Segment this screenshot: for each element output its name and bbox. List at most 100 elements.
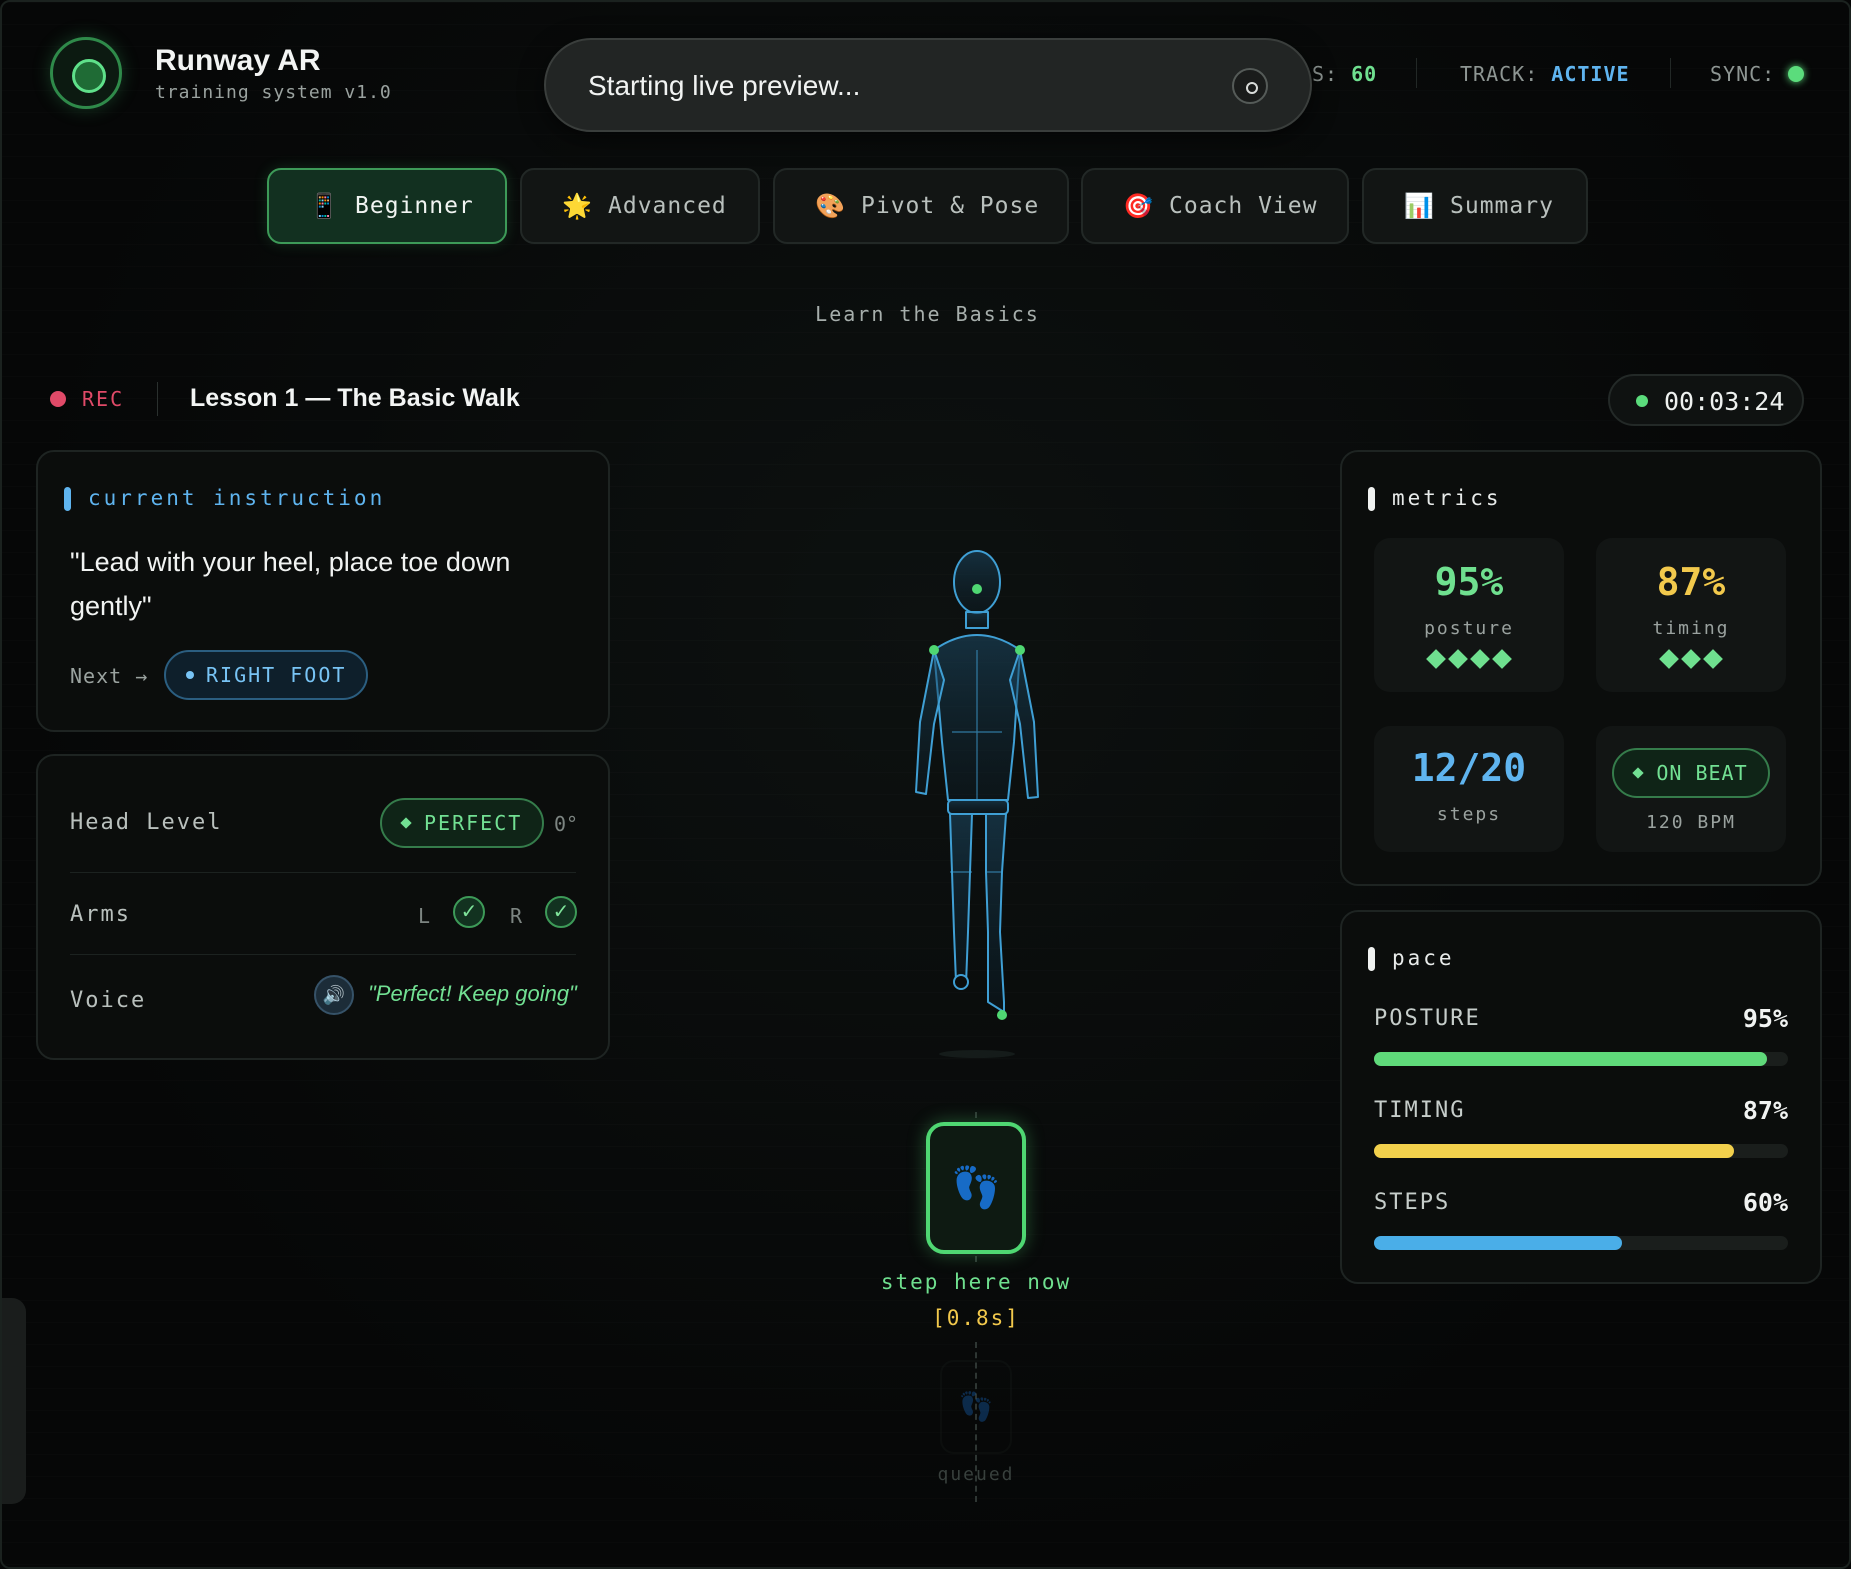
pace-timing-fill bbox=[1374, 1144, 1735, 1158]
divider bbox=[157, 382, 158, 416]
tab-advanced[interactable]: 🌟 Advanced bbox=[520, 168, 760, 244]
section-subtitle: Learn the Basics bbox=[815, 302, 1040, 326]
beat-metric-card: ON BEAT 120 BPM bbox=[1596, 726, 1786, 852]
header-divider bbox=[1670, 58, 1671, 88]
timing-rating bbox=[1596, 649, 1786, 671]
pace-timing-value: 87% bbox=[1742, 1096, 1788, 1125]
steps-metric-card: 12/20 steps bbox=[1374, 726, 1564, 852]
fps-status: S: 60 bbox=[1312, 62, 1378, 86]
steps-label: steps bbox=[1436, 804, 1502, 825]
head-status-badge: PERFECT bbox=[380, 798, 545, 848]
speaker-icon[interactable]: 🔊 bbox=[314, 975, 354, 1015]
steps-value: 12/20 bbox=[1411, 746, 1527, 790]
tab-pivot-pose[interactable]: 🎨 Pivot & Pose bbox=[773, 168, 1069, 244]
pace-steps-fill bbox=[1374, 1236, 1623, 1250]
app-window: Runway AR training system v1.0 S: 60 TRA… bbox=[0, 0, 1851, 1569]
rec-label: REC bbox=[82, 387, 125, 411]
bar-chart-icon: 📊 bbox=[1404, 192, 1435, 220]
tab-label: Advanced bbox=[608, 193, 727, 219]
arm-left-label: L bbox=[418, 904, 431, 928]
pace-posture-fill bbox=[1374, 1052, 1768, 1066]
queued-label: queued bbox=[937, 1464, 1015, 1485]
session-timer: 00:03:24 bbox=[1608, 374, 1804, 426]
metrics-heading: metrics bbox=[1368, 486, 1502, 511]
tab-coach-view[interactable]: 🎯 Coach View bbox=[1081, 168, 1349, 244]
tab-label: Coach View bbox=[1169, 193, 1318, 219]
posture-metric-card: 95% posture bbox=[1374, 538, 1564, 692]
rating-diamond-icon bbox=[1681, 649, 1701, 669]
toast-message: Starting live preview... bbox=[588, 70, 861, 101]
tab-label: Pivot & Pose bbox=[861, 193, 1040, 219]
pace-steps-value: 60% bbox=[1742, 1188, 1788, 1217]
dot-icon bbox=[186, 671, 194, 679]
posture-label: posture bbox=[1424, 618, 1514, 639]
bpm-label: 120 BPM bbox=[1646, 812, 1736, 833]
pace-steps-bar bbox=[1374, 1236, 1788, 1250]
side-drawer-handle[interactable] bbox=[2, 1298, 26, 1504]
rating-diamond-icon bbox=[1659, 649, 1679, 669]
timing-value: 87% bbox=[1656, 560, 1726, 604]
app-logo-icon bbox=[50, 37, 122, 109]
queued-step-tile: 👣 bbox=[940, 1360, 1012, 1454]
arm-right-label: R bbox=[510, 904, 523, 928]
arm-right-check-icon: ✓ bbox=[545, 896, 577, 928]
rec-dot-icon bbox=[50, 391, 66, 407]
rating-diamond-icon bbox=[1703, 649, 1723, 669]
voice-label: Voice bbox=[70, 988, 147, 1013]
header-divider bbox=[1416, 58, 1417, 88]
beat-status-badge: ON BEAT bbox=[1612, 748, 1770, 798]
toast-notification: Starting live preview... bbox=[544, 38, 1312, 132]
instruction-text: "Lead with your heel, place toe down gen… bbox=[70, 547, 511, 621]
rating-diamond-icon bbox=[1492, 649, 1512, 669]
head-angle: 0° bbox=[554, 812, 579, 836]
step-countdown: [0.8s] bbox=[932, 1306, 1020, 1330]
pace-posture-label: POSTURE bbox=[1374, 1006, 1481, 1031]
app-title: Runway AR bbox=[155, 44, 321, 77]
rating-diamond-icon bbox=[1448, 649, 1468, 669]
voice-feedback-text: "Perfect! Keep going" bbox=[368, 981, 577, 1006]
phone-icon: 📱 bbox=[309, 192, 340, 220]
app-subtitle: training system v1.0 bbox=[155, 82, 392, 103]
lesson-title: Lesson 1 — The Basic Walk bbox=[190, 384, 520, 412]
pace-steps-label: STEPS bbox=[1374, 1190, 1451, 1215]
pace-posture-value: 95% bbox=[1742, 1004, 1788, 1033]
metrics-panel: metrics 95% posture 87% timing 12/20 ste… bbox=[1340, 450, 1822, 886]
pace-timing-bar bbox=[1374, 1144, 1788, 1158]
rating-diamond-icon bbox=[1470, 649, 1490, 669]
form-checks-panel: Head Level PERFECT 0° Arms L ✓ R ✓ Voice… bbox=[36, 754, 610, 1060]
pace-heading: pace bbox=[1368, 946, 1455, 971]
tab-beginner[interactable]: 📱 Beginner bbox=[267, 168, 507, 244]
head-level-label: Head Level bbox=[70, 810, 223, 835]
next-label: Next → bbox=[70, 664, 149, 688]
pace-timing-label: TIMING bbox=[1374, 1098, 1466, 1123]
next-foot-badge: RIGHT FOOT bbox=[164, 650, 369, 700]
pace-panel: pace POSTURE 95% TIMING 87% STEPS 60% bbox=[1340, 910, 1822, 1284]
instruction-panel: current instruction "Lead with your heel… bbox=[36, 450, 610, 732]
tab-summary[interactable]: 📊 Summary bbox=[1362, 168, 1588, 244]
live-dot-icon bbox=[1636, 395, 1648, 407]
tab-label: Beginner bbox=[355, 193, 474, 219]
posture-rating bbox=[1374, 649, 1564, 671]
target-icon: 🎯 bbox=[1123, 192, 1154, 220]
instruction-heading: current instruction bbox=[63, 486, 385, 511]
arms-label: Arms bbox=[70, 902, 131, 927]
avatar-figure bbox=[915, 550, 1039, 1058]
sync-status: SYNC: bbox=[1710, 62, 1776, 86]
arm-left-check-icon: ✓ bbox=[453, 896, 485, 928]
palette-icon: 🎨 bbox=[815, 192, 846, 220]
diamond-icon bbox=[400, 817, 412, 829]
timing-metric-card: 87% timing bbox=[1596, 538, 1786, 692]
timing-label: timing bbox=[1652, 618, 1730, 639]
rating-diamond-icon bbox=[1426, 649, 1446, 669]
posture-value: 95% bbox=[1434, 560, 1504, 604]
timer-value: 00:03:24 bbox=[1664, 387, 1785, 416]
divider bbox=[70, 954, 576, 955]
pace-posture-bar bbox=[1374, 1052, 1788, 1066]
step-target-tile[interactable]: 👣 bbox=[926, 1122, 1026, 1254]
divider bbox=[70, 872, 576, 873]
tab-label: Summary bbox=[1450, 193, 1554, 219]
sync-indicator-icon bbox=[1788, 66, 1804, 82]
star-icon: 🌟 bbox=[562, 192, 593, 220]
track-status: TRACK: ACTIVE bbox=[1460, 62, 1630, 86]
toast-close-button[interactable] bbox=[1232, 68, 1268, 104]
